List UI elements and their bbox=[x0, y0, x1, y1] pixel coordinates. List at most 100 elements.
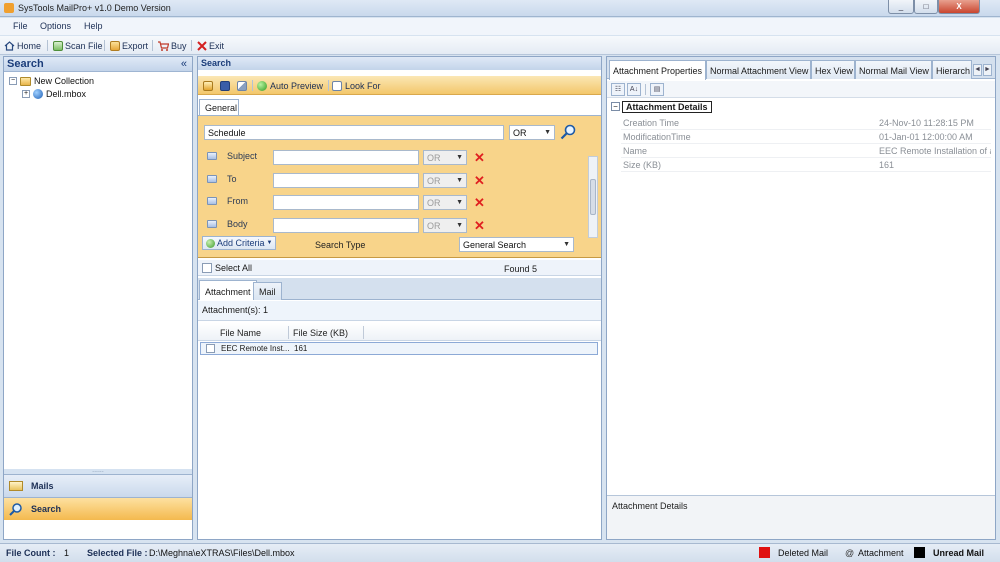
left-panel: Search « − New Collection + Dell.mbox ..… bbox=[3, 56, 193, 540]
tree-expand-icon[interactable]: + bbox=[22, 90, 30, 98]
add-criteria-button[interactable]: Add Criteria ▼ bbox=[202, 236, 277, 250]
properties-toolbar: ☷ A↓ ▤ bbox=[607, 81, 995, 98]
deleted-mail-legend-swatch bbox=[759, 547, 770, 558]
selected-file-path: D:\Meghna\eXTRAS\Files\Dell.mbox bbox=[149, 548, 295, 558]
toolbar-separator bbox=[252, 80, 253, 91]
tab-hierarchy[interactable]: Hierarch bbox=[932, 60, 972, 79]
window-title: SysTools MailPro+ v1.0 Demo Version bbox=[18, 3, 171, 13]
to-input[interactable] bbox=[273, 173, 419, 188]
maximize-button[interactable]: □ bbox=[914, 0, 938, 14]
search-go-icon[interactable] bbox=[560, 124, 576, 140]
grid-header: File Name File Size (KB) bbox=[198, 323, 601, 341]
tab-scroll-left-button[interactable]: ◄ bbox=[973, 64, 982, 76]
subject-input[interactable] bbox=[273, 150, 419, 165]
tab-scroll-right-button[interactable]: ► bbox=[983, 64, 992, 76]
from-operator-select[interactable]: OR ▼ bbox=[423, 195, 467, 210]
file-count-label: File Count : bbox=[6, 548, 56, 558]
body-input[interactable] bbox=[273, 218, 419, 233]
menu-options[interactable]: Options bbox=[40, 21, 71, 31]
select-all-checkbox[interactable] bbox=[202, 263, 212, 273]
clear-button[interactable] bbox=[237, 80, 247, 92]
search-panel: Search Auto Preview Look For General Sch… bbox=[197, 56, 602, 540]
toolbar-separator bbox=[645, 84, 646, 95]
table-row[interactable]: EEC Remote Inst... 161 bbox=[200, 342, 598, 355]
scrollbar-thumb[interactable] bbox=[590, 179, 596, 215]
close-button[interactable]: X bbox=[938, 0, 980, 14]
column-file-name[interactable]: File Name bbox=[220, 328, 261, 338]
preview-panel: Attachment Properties Normal Attachment … bbox=[606, 56, 996, 540]
property-pages-button[interactable]: ▤ bbox=[650, 83, 664, 96]
tree-collapse-icon[interactable]: − bbox=[9, 77, 17, 85]
to-operator-select[interactable]: OR ▼ bbox=[423, 173, 467, 188]
tab-general[interactable]: General bbox=[199, 99, 239, 115]
property-row[interactable]: Name EEC Remote Installation of an bbox=[621, 144, 991, 158]
menu-help[interactable]: Help bbox=[84, 21, 103, 31]
nav-search-button[interactable]: Search bbox=[4, 497, 192, 520]
column-separator bbox=[363, 326, 364, 339]
tab-attachment[interactable]: Attachment bbox=[199, 280, 257, 300]
mbox-file-icon bbox=[33, 89, 43, 99]
left-panel-title: Search bbox=[7, 58, 44, 70]
exit-button[interactable]: Exit bbox=[197, 39, 224, 52]
remove-from-icon[interactable]: ✕ bbox=[474, 196, 485, 209]
property-row[interactable]: ModificationTime 01-Jan-01 12:00:00 AM bbox=[621, 130, 991, 144]
tab-attachment-properties[interactable]: Attachment Properties bbox=[609, 60, 706, 80]
remove-body-icon[interactable]: ✕ bbox=[474, 219, 485, 232]
column-file-size[interactable]: File Size (KB) bbox=[293, 328, 348, 338]
property-pages-icon: ▤ bbox=[653, 86, 661, 93]
scan-file-button[interactable]: Scan File bbox=[53, 39, 103, 52]
tab-normal-attachment-view[interactable]: Normal Attachment View bbox=[706, 60, 811, 79]
open-button[interactable] bbox=[203, 80, 213, 92]
criteria-scrollbar[interactable] bbox=[588, 156, 598, 238]
selected-file-label: Selected File : bbox=[87, 548, 148, 558]
buy-button[interactable]: Buy bbox=[158, 39, 187, 52]
property-row[interactable]: Size (KB) 161 bbox=[621, 158, 991, 172]
search-keyword-input[interactable]: Schedule bbox=[204, 125, 504, 140]
look-for-icon bbox=[332, 81, 342, 91]
menu-file[interactable]: File bbox=[13, 21, 28, 31]
home-button[interactable]: Home bbox=[4, 39, 41, 52]
dropdown-arrow-icon: ▼ bbox=[544, 129, 551, 136]
property-row[interactable]: Creation Time 24-Nov-10 11:28:15 PM bbox=[621, 116, 991, 130]
auto-preview-button[interactable]: Auto Preview bbox=[257, 80, 323, 92]
remove-to-icon[interactable]: ✕ bbox=[474, 174, 485, 187]
remove-subject-icon[interactable]: ✕ bbox=[474, 151, 485, 164]
attachment-count: Attachment(s): 1 bbox=[202, 305, 269, 315]
property-section-header: − Attachment Details bbox=[611, 101, 993, 114]
tree-node-dell-mbox[interactable]: + Dell.mbox bbox=[22, 89, 86, 99]
dropdown-arrow-icon: ▼ bbox=[456, 154, 463, 161]
subject-operator-select[interactable]: OR ▼ bbox=[423, 150, 467, 165]
categorized-view-button[interactable]: ☷ bbox=[611, 83, 625, 96]
search-toolbar: Auto Preview Look For bbox=[198, 76, 601, 95]
toolbar-separator bbox=[104, 40, 105, 51]
search-type-select[interactable]: General Search ▼ bbox=[459, 237, 574, 252]
from-input[interactable] bbox=[273, 195, 419, 210]
dropdown-arrow-icon: ▼ bbox=[266, 240, 273, 246]
collection-folder-icon bbox=[20, 76, 31, 86]
collapse-panel-button[interactable]: « bbox=[181, 58, 187, 70]
search-panel-title: Search bbox=[201, 58, 232, 68]
tab-normal-mail-view[interactable]: Normal Mail View bbox=[855, 60, 932, 79]
select-all-label: Select All bbox=[215, 263, 253, 273]
tree-node-collection[interactable]: − New Collection bbox=[9, 76, 94, 86]
deleted-mail-legend: Deleted Mail bbox=[778, 548, 829, 558]
from-label: From bbox=[227, 196, 248, 206]
tab-mail[interactable]: Mail bbox=[253, 282, 282, 300]
home-icon bbox=[4, 40, 15, 51]
nav-mails-button[interactable]: Mails bbox=[4, 474, 192, 497]
tab-hex-view[interactable]: Hex View bbox=[811, 60, 855, 79]
search-type-label: Search Type bbox=[315, 240, 366, 250]
export-button[interactable]: Export bbox=[110, 39, 148, 52]
look-for-button[interactable]: Look For bbox=[332, 80, 381, 92]
body-operator-select[interactable]: OR ▼ bbox=[423, 218, 467, 233]
search-panel-header: Search bbox=[198, 57, 601, 70]
minimize-button[interactable]: _ bbox=[888, 0, 914, 14]
row-checkbox[interactable] bbox=[206, 344, 215, 353]
toolbar-separator bbox=[328, 80, 329, 91]
row-file-name: EEC Remote Inst... bbox=[221, 344, 290, 353]
section-collapse-icon[interactable]: − bbox=[611, 102, 620, 111]
alphabetical-sort-button[interactable]: A↓ bbox=[627, 83, 641, 96]
save-button[interactable] bbox=[220, 80, 230, 92]
categorized-icon: ☷ bbox=[614, 86, 622, 93]
main-operator-select[interactable]: OR ▼ bbox=[509, 125, 555, 140]
